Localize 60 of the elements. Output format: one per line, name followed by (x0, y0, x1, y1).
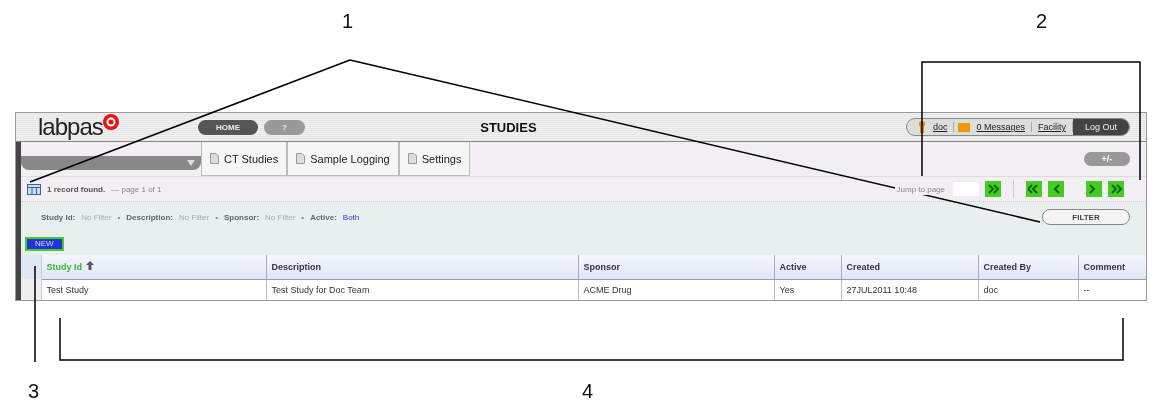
table-cell: -- (1078, 279, 1146, 300)
column-header[interactable]: Sponsor (578, 254, 774, 279)
table-cell: 27JUL2011 10:48 (841, 279, 978, 300)
table-cell: Test Study (41, 279, 266, 300)
first-page-button[interactable] (1026, 181, 1042, 197)
logout-button[interactable]: Log Out (1072, 119, 1129, 135)
column-header[interactable]: Created (841, 254, 978, 279)
new-button[interactable]: NEW (25, 236, 64, 251)
filter-label: Study Id: (41, 212, 76, 222)
table-cell: Test Study for Doc Team (266, 279, 578, 300)
logo-mark-icon (102, 114, 119, 130)
filter-value: No Filter (265, 212, 296, 222)
sort-arrow-icon (86, 261, 94, 270)
filter-value: Both (342, 212, 360, 222)
messages-icon (958, 122, 971, 132)
double-chevron-icon (987, 184, 999, 194)
separator-dot: • (117, 212, 121, 222)
filter-label: Sponsor: (224, 212, 260, 222)
home-button[interactable]: HOME (198, 119, 258, 135)
row-handle[interactable] (21, 279, 41, 300)
go-button[interactable] (985, 181, 1001, 197)
tab[interactable]: Sample Logging (287, 142, 399, 176)
double-chevron-icon (1028, 184, 1040, 194)
document-icon (210, 153, 219, 164)
separator-dot: • (301, 212, 305, 222)
filter-label: Description: (126, 212, 173, 222)
table-cell: doc (978, 279, 1078, 300)
record-count: 1 record found. (47, 184, 106, 194)
dropdown[interactable] (21, 156, 201, 170)
callout-number: 3 (28, 380, 40, 403)
filter-label: Active: (310, 212, 337, 222)
double-chevron-icon (1110, 184, 1122, 194)
tab[interactable]: Settings (398, 142, 471, 176)
table-icon (27, 183, 41, 195)
tab[interactable]: CT Studies (201, 142, 288, 176)
column-header[interactable]: Created By (978, 254, 1078, 279)
column-header[interactable]: Comment (1078, 254, 1146, 279)
user-icon (916, 121, 927, 133)
previous-page-button[interactable] (1048, 181, 1064, 197)
filter-button[interactable]: FILTER (1042, 209, 1130, 225)
document-icon (407, 153, 417, 164)
column-header[interactable]: Description (266, 254, 578, 279)
callout-number: 1 (342, 10, 354, 33)
page-info: — page 1 of 1 (111, 184, 162, 194)
user-link[interactable]: doc (926, 122, 955, 132)
logo-text: labpas (38, 115, 103, 139)
column-header[interactable]: Active (774, 254, 841, 279)
separator-dot: • (215, 212, 218, 222)
table-cell: ACME Drug (578, 279, 774, 300)
caret-icon (187, 160, 195, 166)
next-page-button[interactable] (1086, 181, 1102, 197)
document-icon (296, 153, 306, 164)
callout-number: 2 (1036, 10, 1048, 33)
last-page-button[interactable] (1108, 181, 1124, 197)
messages-link[interactable]: 0 Messages (970, 122, 1032, 132)
table-cell: Yes (774, 279, 841, 300)
filter-value: No Filter (178, 212, 210, 222)
facility-link[interactable]: Facility (1031, 122, 1073, 132)
page-title: STUDIES (479, 119, 538, 135)
callout-number: 4 (582, 380, 594, 403)
